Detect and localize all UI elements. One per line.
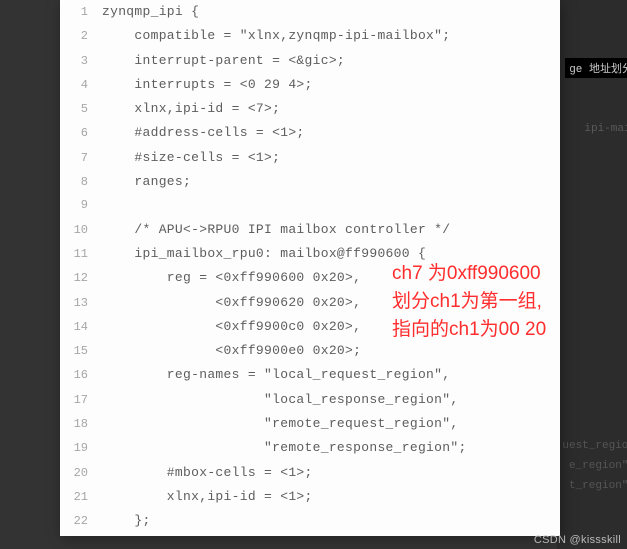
code-line: 13 <0xff990620 0x20>,	[60, 291, 560, 315]
line-number: 21	[60, 486, 102, 509]
line-number: 16	[60, 364, 102, 387]
code-panel: 1zynqmp_ipi {2 compatible = "xlnx,zynqmp…	[60, 0, 560, 536]
code-line: 19 "remote_response_region";	[60, 436, 560, 460]
line-number: 10	[60, 219, 102, 242]
code-line: 2 compatible = "xlnx,zynqmp-ipi-mailbox"…	[60, 24, 560, 48]
line-number: 8	[60, 171, 102, 194]
code-text: reg = <0xff990600 0x20>,	[102, 266, 361, 289]
code-text: #address-cells = <1>;	[102, 121, 305, 144]
code-line: 1zynqmp_ipi {	[60, 0, 560, 24]
code-text: interrupts = <0 29 4>;	[102, 73, 313, 96]
code-line: 5 xlnx,ipi-id = <7>;	[60, 97, 560, 121]
line-number: 23	[60, 535, 102, 536]
code-line: 22 };	[60, 509, 560, 533]
bg-req-hint: uest_region	[562, 440, 627, 452]
line-number: 15	[60, 340, 102, 363]
bg-badge-text: ge 地址划分	[565, 58, 627, 78]
code-text: ranges;	[102, 170, 191, 193]
code-text: "remote_request_region",	[102, 412, 458, 435]
code-line: 7 #size-cells = <1>;	[60, 146, 560, 170]
code-text: ipi_mailbox_rpu0: mailbox@ff990600 {	[102, 242, 426, 265]
code-line: 20 #mbox-cells = <1>;	[60, 461, 560, 485]
code-line: 12 reg = <0xff990600 0x20>,	[60, 266, 560, 290]
code-line: 18 "remote_request_region",	[60, 412, 560, 436]
line-number: 18	[60, 413, 102, 436]
code-text: xlnx,ipi-id = <7>;	[102, 97, 280, 120]
code-line: 9	[60, 194, 560, 217]
line-number: 6	[60, 122, 102, 145]
code-text: };	[102, 509, 151, 532]
code-text: interrupt-parent = <&gic>;	[102, 49, 345, 72]
line-number: 13	[60, 292, 102, 315]
code-line: 11 ipi_mailbox_rpu0: mailbox@ff990600 {	[60, 242, 560, 266]
code-text: "remote_response_region";	[102, 436, 467, 459]
code-line: 23};	[60, 534, 560, 536]
code-line: 21 xlnx,ipi-id = <1>;	[60, 485, 560, 509]
line-number: 4	[60, 74, 102, 97]
line-number: 2	[60, 25, 102, 48]
code-line: 3 interrupt-parent = <&gic>;	[60, 49, 560, 73]
line-number: 14	[60, 316, 102, 339]
line-number: 5	[60, 98, 102, 121]
line-number: 17	[60, 389, 102, 412]
code-line: 15 <0xff9900e0 0x20>;	[60, 339, 560, 363]
code-line: 10 /* APU<->RPU0 IPI mailbox controller …	[60, 218, 560, 242]
code-line: 6 #address-cells = <1>;	[60, 121, 560, 145]
code-text: };	[102, 534, 118, 536]
code-text: #mbox-cells = <1>;	[102, 461, 313, 484]
line-number: 11	[60, 243, 102, 266]
code-text: <0xff9900c0 0x20>,	[102, 315, 361, 338]
code-text: zynqmp_ipi {	[102, 0, 199, 23]
code-text: #size-cells = <1>;	[102, 146, 280, 169]
line-number: 22	[60, 510, 102, 533]
line-number: 9	[60, 194, 102, 217]
code-line: 17 "local_response_region",	[60, 388, 560, 412]
line-number: 19	[60, 437, 102, 460]
line-number: 12	[60, 267, 102, 290]
code-line: 4 interrupts = <0 29 4>;	[60, 73, 560, 97]
background-dark-strip: 7 ge 地址划分 ipi-mailbox uest_region e_regi…	[557, 0, 627, 549]
code-text: xlnx,ipi-id = <1>;	[102, 485, 313, 508]
line-number: 7	[60, 147, 102, 170]
code-container: 1zynqmp_ipi {2 compatible = "xlnx,zynqmp…	[60, 0, 560, 536]
code-text: <0xff990620 0x20>,	[102, 291, 361, 314]
bg-mailbox-hint: ipi-mailbox	[584, 123, 627, 135]
code-text: <0xff9900e0 0x20>;	[102, 339, 361, 362]
bg-resp-hint: e_region",	[569, 460, 627, 472]
bg-rreq-hint: t_region",	[569, 480, 627, 492]
code-text: reg-names = "local_request_region",	[102, 363, 450, 386]
code-text: "local_response_region",	[102, 388, 458, 411]
code-line: 8 ranges;	[60, 170, 560, 194]
code-line: 14 <0xff9900c0 0x20>,	[60, 315, 560, 339]
line-number: 1	[60, 1, 102, 24]
watermark: CSDN @kissskill	[534, 534, 621, 546]
code-line: 16 reg-names = "local_request_region",	[60, 363, 560, 387]
code-text: /* APU<->RPU0 IPI mailbox controller */	[102, 218, 450, 241]
line-number: 3	[60, 50, 102, 73]
line-number: 20	[60, 462, 102, 485]
code-text: compatible = "xlnx,zynqmp-ipi-mailbox";	[102, 24, 450, 47]
